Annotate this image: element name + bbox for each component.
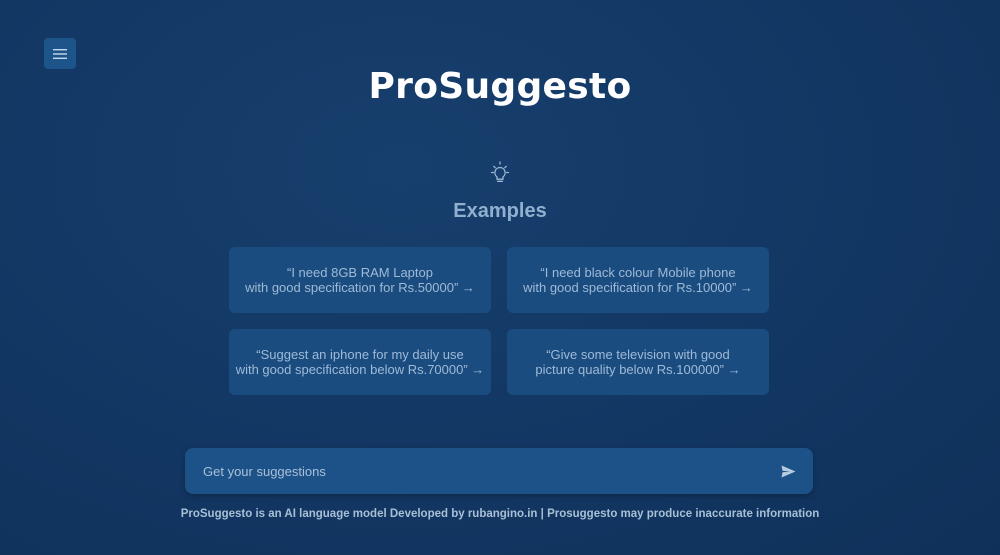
lightbulb-icon — [490, 161, 510, 182]
send-button[interactable] — [777, 460, 799, 482]
hamburger-menu-icon — [53, 48, 67, 59]
search-input[interactable] — [185, 448, 745, 494]
example-card-text: “I need black colour Mobile phone with g… — [523, 265, 753, 295]
footer-disclaimer: ProSuggesto is an AI language model Deve… — [180, 508, 820, 520]
example-card-text: “Suggest an iphone for my daily use with… — [235, 347, 485, 377]
example-card-text: “I need 8GB RAM Laptop with good specifi… — [245, 265, 475, 295]
example-card[interactable]: “Give some television with good picture … — [507, 329, 769, 395]
example-card-text: “Give some television with good picture … — [535, 347, 741, 377]
page-title: ProSuggesto — [368, 66, 632, 107]
example-card[interactable]: “I need 8GB RAM Laptop with good specifi… — [229, 247, 491, 313]
send-icon — [781, 465, 795, 477]
search-bar — [185, 448, 813, 494]
example-card[interactable]: “Suggest an iphone for my daily use with… — [229, 329, 491, 395]
menu-button[interactable] — [44, 38, 76, 69]
examples-heading: Examples — [453, 200, 547, 222]
example-card[interactable]: “I need black colour Mobile phone with g… — [507, 247, 769, 313]
